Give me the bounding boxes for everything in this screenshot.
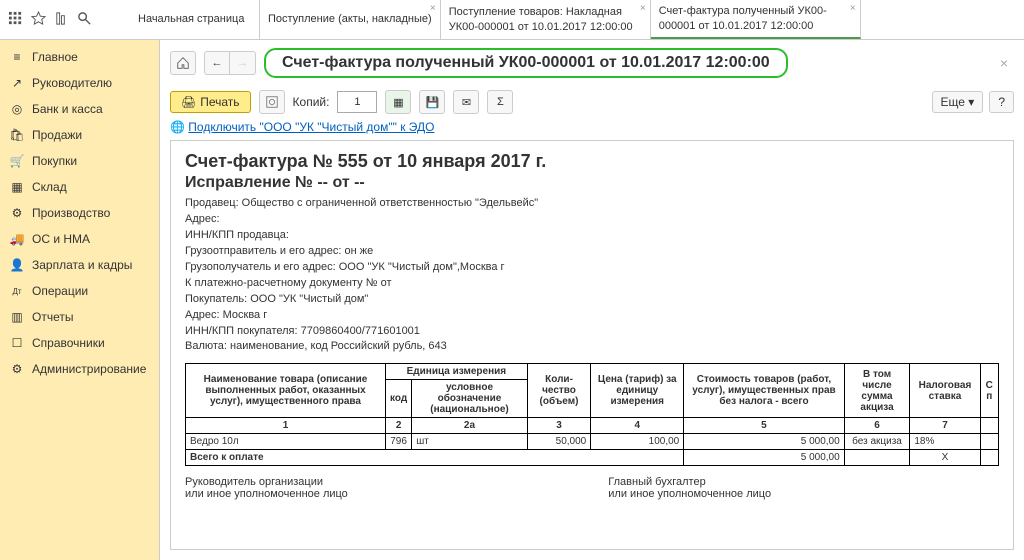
page-title: Счет-фактура полученный УК00-000001 от 1…: [264, 48, 788, 78]
close-icon[interactable]: ×: [640, 2, 646, 15]
edo-link[interactable]: Подключить "ООО "УК "Чистый дом"" к ЭДО: [188, 120, 434, 134]
globe-icon: 🌐: [170, 120, 185, 134]
doc-meta: Продавец: Общество с ограниченной ответс…: [185, 196, 999, 355]
more-button[interactable]: Еще ▾: [932, 91, 984, 113]
sidebar: ≡Главное ↗Руководителю ◎Банк и касса 🛍Пр…: [0, 40, 160, 560]
document-viewport[interactable]: Счет-фактура № 555 от 10 января 2017 г. …: [170, 140, 1014, 550]
system-toolbar: [0, 0, 130, 39]
preview-button[interactable]: [259, 90, 285, 114]
apps-icon[interactable]: [8, 11, 23, 29]
sidebar-item-manager[interactable]: ↗Руководителю: [0, 70, 159, 96]
printer-icon: 🖨: [181, 95, 196, 109]
close-button[interactable]: ×: [994, 55, 1014, 71]
email-button[interactable]: ✉: [453, 90, 479, 114]
cart-icon: 🛒: [10, 154, 24, 168]
excel-button[interactable]: ▦: [385, 90, 411, 114]
boxes-icon: ▦: [10, 180, 24, 194]
person-icon: 👤: [10, 258, 24, 272]
chart-icon: ↗: [10, 76, 24, 90]
signatures: Руководитель организации или иное уполно…: [185, 476, 999, 500]
copies-label: Копий:: [293, 95, 330, 109]
sidebar-item-main[interactable]: ≡Главное: [0, 44, 159, 70]
invoice-table: Наименование товара (описание выполненны…: [185, 363, 999, 466]
sidebar-item-bank[interactable]: ◎Банк и касса: [0, 96, 159, 122]
tab-home[interactable]: Начальная страница: [130, 0, 260, 39]
doc-title: Счет-фактура № 555 от 10 января 2017 г.: [185, 151, 999, 172]
table-total: Всего к оплате 5 000,00 X: [186, 450, 999, 466]
sidebar-item-reports[interactable]: ▥Отчеты: [0, 304, 159, 330]
back-button[interactable]: ←: [204, 51, 230, 75]
print-button[interactable]: 🖨Печать: [170, 91, 251, 113]
menu-icon: ≡: [10, 50, 24, 64]
folder-icon: ☐: [10, 336, 24, 350]
sidebar-item-catalogs[interactable]: ☐Справочники: [0, 330, 159, 356]
sidebar-item-admin[interactable]: ⚙Администрирование: [0, 356, 159, 382]
table-row: Ведро 10л 796 шт 50,000 100,00 5 000,00 …: [186, 434, 999, 450]
tab-invoice-doc[interactable]: Поступление товаров: Накладная УК00-0000…: [441, 0, 651, 39]
save-button[interactable]: 💾: [419, 90, 445, 114]
history-icon[interactable]: [54, 11, 69, 29]
tabs: Начальная страница Поступление (акты, на…: [130, 0, 1024, 39]
bag-icon: 🛍: [10, 128, 24, 142]
sidebar-item-production[interactable]: ⚙Производство: [0, 200, 159, 226]
sum-button[interactable]: Σ: [487, 90, 513, 114]
forward-button[interactable]: →: [230, 51, 256, 75]
tab-receipts[interactable]: Поступление (акты, накладные)×: [260, 0, 441, 39]
gear-icon: ⚙: [10, 206, 24, 220]
search-icon[interactable]: [77, 11, 92, 29]
help-button[interactable]: ?: [989, 91, 1014, 113]
sidebar-item-sales[interactable]: 🛍Продажи: [0, 122, 159, 148]
close-icon[interactable]: ×: [430, 2, 436, 15]
sidebar-item-warehouse[interactable]: ▦Склад: [0, 174, 159, 200]
sidebar-item-payroll[interactable]: 👤Зарплата и кадры: [0, 252, 159, 278]
tab-invoice-factura[interactable]: Счет-фактура полученный УК00-000001 от 1…: [651, 0, 861, 39]
star-icon[interactable]: [31, 11, 46, 29]
sidebar-item-assets[interactable]: 🚚ОС и НМА: [0, 226, 159, 252]
home-button[interactable]: [170, 51, 196, 75]
settings-icon: ⚙: [10, 362, 24, 376]
sidebar-item-purchases[interactable]: 🛒Покупки: [0, 148, 159, 174]
sidebar-item-operations[interactable]: ДтОперации: [0, 278, 159, 304]
coin-icon: ◎: [10, 102, 24, 116]
copies-spinner[interactable]: 1: [337, 91, 377, 113]
close-icon[interactable]: ×: [850, 2, 856, 15]
truck-icon: 🚚: [10, 232, 24, 246]
doc-correction: Исправление № -- от --: [185, 174, 999, 192]
report-icon: ▥: [10, 310, 24, 324]
dtkt-icon: Дт: [10, 284, 24, 298]
